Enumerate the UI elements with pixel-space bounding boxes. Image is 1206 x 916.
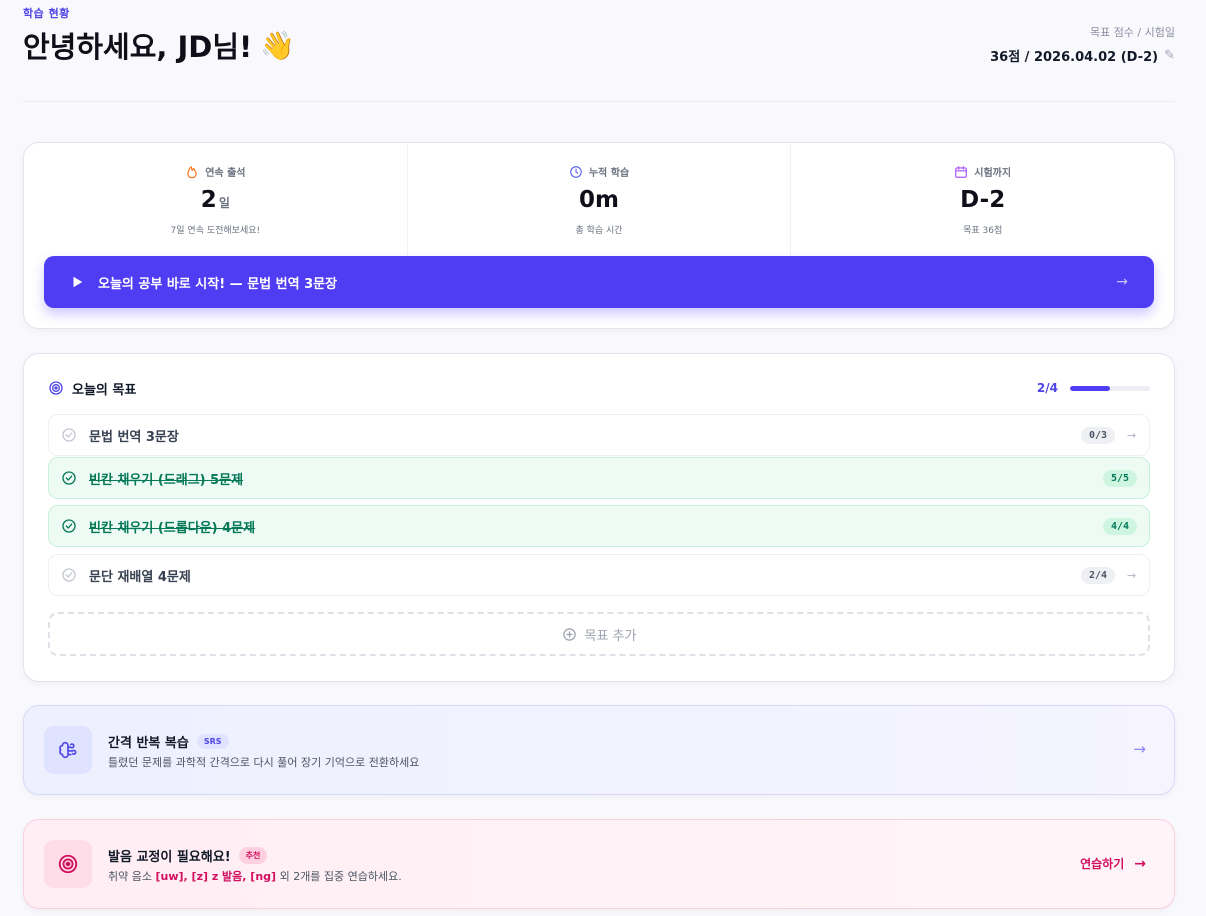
stat-sub: 총 학습 시간: [575, 226, 623, 236]
goal-count-badge: 4/4: [1102, 517, 1137, 535]
add-goal-label: 목표 추가: [584, 628, 637, 644]
goals-title: 오늘의 목표: [48, 379, 136, 398]
edit-pencil-icon[interactable]: ✎: [1164, 48, 1175, 63]
stat-value: 0m: [579, 187, 619, 213]
practice-button[interactable]: 연습하기 →: [1080, 855, 1146, 872]
arrow-right-icon: →: [1127, 428, 1137, 442]
goals-progress-fill: [1070, 385, 1110, 391]
stat-label-row: 시험까지: [791, 164, 1174, 179]
srs-review-card[interactable]: 간격 반복 복습 SRS 틀렸던 문제를 과학적 간격으로 다시 풀어 장기 기…: [23, 705, 1175, 795]
stat-number: 2: [200, 187, 217, 213]
stat-streak: 연속 출석 2일 7일 연속 도전해보세요!: [24, 143, 407, 257]
brain-icon: [59, 741, 77, 759]
goal-item[interactable]: 문단 재배열 4문제 2/4 →: [48, 554, 1150, 596]
stat-value: 2일: [24, 187, 407, 213]
goals-progress-bar: [1070, 385, 1150, 391]
pronunciation-card: 발음 교정이 필요해요! 추천 취약 음소 [uw], [z] z 발음, [n…: [23, 819, 1175, 909]
start-study-button[interactable]: 오늘의 공부 바로 시작! — 문법 번역 3문장 →: [44, 256, 1154, 308]
goal-item[interactable]: 빈칸 채우기 (드롭다운) 4문제 4/4 →: [48, 505, 1150, 547]
stat-label: 연속 출석: [205, 168, 246, 179]
stat-unit: 일: [218, 196, 230, 210]
goals-progress: 2/4: [1037, 381, 1150, 395]
srs-tag: SRS: [196, 734, 229, 749]
page-eyebrow: 학습 현황: [23, 7, 70, 20]
pronunciation-icon-box: [44, 840, 92, 888]
goals-count: 2/4: [1036, 381, 1058, 395]
stat-days-left: 시험까지 D-2 목표 36점: [790, 143, 1174, 257]
arrow-right-icon: →: [1127, 568, 1137, 582]
check-circle-icon: [62, 428, 76, 442]
pronunciation-title-text: 발음 교정이 필요해요!: [108, 850, 231, 865]
stat-sub: 목표 36점: [963, 226, 1003, 236]
target-value: 36점 / 2026.04.02 (D-2): [990, 50, 1159, 65]
clock-icon: [570, 165, 582, 178]
goal-item[interactable]: 문법 번역 3문장 0/3 →: [48, 414, 1150, 456]
pronunciation-title: 발음 교정이 필요해요! 추천: [108, 846, 268, 865]
check-circle-icon: [62, 519, 76, 533]
stat-label-row: 연속 출석: [24, 164, 407, 179]
add-goal-button[interactable]: 목표 추가: [48, 612, 1150, 656]
recommend-tag: 추천: [238, 847, 268, 864]
check-circle-icon: [62, 471, 76, 485]
flame-icon: [187, 165, 197, 178]
srs-icon-box: [44, 726, 92, 774]
goals-title-text: 오늘의 목표: [72, 382, 137, 398]
goal-count-badge: 5/5: [1102, 469, 1137, 487]
stat-value: D-2: [960, 187, 1006, 213]
calendar-icon: [955, 165, 968, 178]
practice-label: 연습하기: [1080, 857, 1125, 871]
target-label: 목표 점수 / 시험일: [1089, 26, 1175, 39]
target-value-row: 36점 / 2026.04.02 (D-2) ✎: [990, 46, 1175, 65]
stat-label: 누적 학습: [588, 168, 630, 179]
desc-prefix: 취약 음소: [108, 870, 156, 883]
stat-label-row: 누적 학습: [408, 164, 791, 179]
stats-card: 연속 출석 2일 7일 연속 도전해보세요! 누적 학습 0m 총 학습 시간 …: [23, 142, 1175, 329]
pronunciation-description: 취약 음소 [uw], [z] z 발음, [ng] 외 2개를 집중 연습하세…: [108, 868, 402, 884]
waving-hand-icon: 👋: [260, 28, 296, 62]
plus-circle-icon: [562, 627, 576, 641]
page-header: 학습 현황 안녕하세요, JD님! 👋 목표 점수 / 시험일 36점 / 20…: [23, 0, 1175, 102]
goal-item[interactable]: 빈칸 채우기 (드래그) 5문제 5/5 →: [48, 457, 1150, 499]
goals-header: 오늘의 목표 2/4: [48, 378, 1150, 398]
goal-count-badge: 0/3: [1080, 426, 1115, 444]
goal-text: 빈칸 채우기 (드래그) 5문제: [89, 472, 244, 488]
srs-title-text: 간격 반복 복습: [108, 736, 189, 751]
stat-label: 시험까지: [974, 168, 1012, 179]
weak-phonemes: [uw], [z] z 발음, [ng]: [155, 870, 277, 883]
target-icon: [58, 854, 78, 874]
goal-count-badge: 2/4: [1080, 566, 1115, 584]
goals-card: 오늘의 목표 2/4 문법 번역 3문장 0/3 → 빈칸 채우기 (드래그) …: [23, 353, 1175, 682]
play-icon: [73, 276, 83, 288]
stats-row: 연속 출석 2일 7일 연속 도전해보세요! 누적 학습 0m 총 학습 시간 …: [24, 143, 1174, 257]
stat-sub: 7일 연속 도전해보세요!: [170, 226, 261, 236]
check-circle-icon: [62, 568, 76, 582]
srs-description: 틀렸던 문제를 과학적 간격으로 다시 풀어 장기 기억으로 전환하세요: [108, 756, 420, 769]
srs-title: 간격 반복 복습 SRS: [108, 732, 229, 751]
goal-text: 문단 재배열 4문제: [89, 569, 191, 585]
stat-study-time: 누적 학습 0m 총 학습 시간: [406, 143, 791, 257]
greeting-text: 안녕하세요, JD님!: [23, 30, 253, 64]
greeting-title: 안녕하세요, JD님! 👋: [23, 24, 295, 66]
target-icon: [49, 381, 63, 395]
target-info: 목표 점수 / 시험일 36점 / 2026.04.02 (D-2) ✎: [990, 24, 1175, 65]
goal-text: 빈칸 채우기 (드롭다운) 4문제: [89, 520, 256, 536]
start-study-label: 오늘의 공부 바로 시작! — 문법 번역 3문장: [98, 276, 338, 292]
arrow-right-icon: →: [1116, 274, 1128, 290]
arrow-right-icon: →: [1134, 855, 1146, 872]
arrow-right-icon[interactable]: →: [1133, 740, 1146, 758]
goal-text: 문법 번역 3문장: [89, 429, 179, 445]
desc-suffix: 외 2개를 집중 연습하세요.: [276, 870, 402, 883]
